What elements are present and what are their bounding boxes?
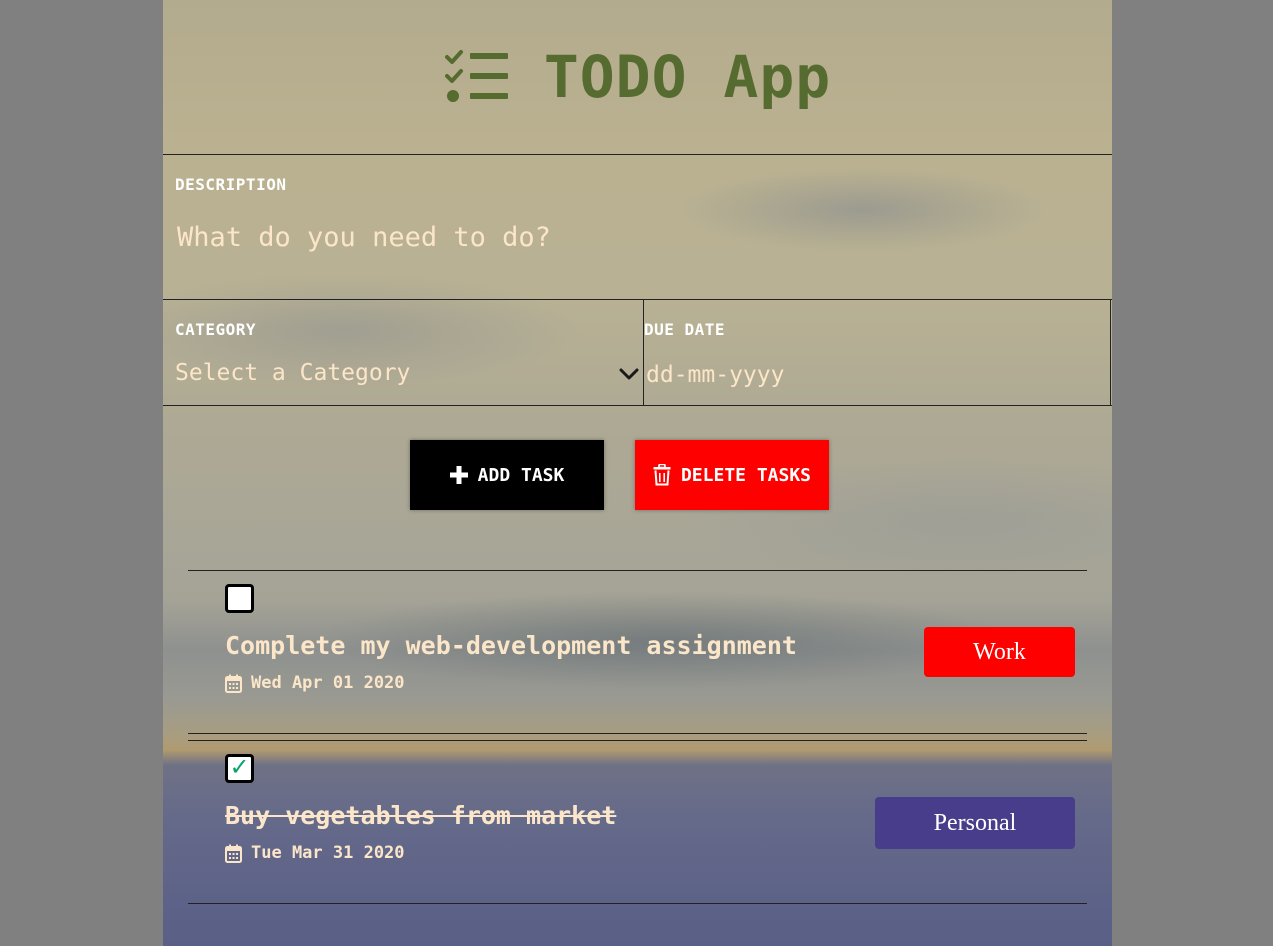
- todo-app: TODO App DESCRIPTION CATEGORY Select a C…: [163, 0, 1112, 946]
- plus-icon: [449, 466, 468, 484]
- add-task-label: ADD TASK: [477, 464, 565, 486]
- category-badge: Work: [924, 627, 1075, 677]
- description-label: DESCRIPTION: [175, 175, 287, 194]
- category-badge: Personal: [875, 797, 1075, 849]
- chevron-down-icon[interactable]: [619, 368, 639, 382]
- list-check-icon: [444, 50, 508, 102]
- task-title: Complete my web-development assignment: [225, 631, 797, 660]
- due-date-label: DUE DATE: [644, 320, 726, 339]
- category-label: CATEGORY: [175, 320, 257, 339]
- checkmark-icon: ✓: [229, 752, 250, 781]
- app-header: TODO App: [163, 0, 1112, 155]
- task-title: Buy vegetables from market: [225, 801, 617, 830]
- task-date-text: Wed Apr 01 2020: [251, 673, 405, 693]
- task-date: Tue Mar 31 2020: [225, 843, 405, 863]
- task-date-text: Tue Mar 31 2020: [251, 843, 405, 863]
- due-date-input[interactable]: dd-mm-yyyy: [646, 362, 784, 388]
- description-input[interactable]: [177, 215, 1077, 259]
- header-content: TODO App: [444, 43, 831, 111]
- description-field: DESCRIPTION: [163, 155, 1112, 300]
- category-date-row: CATEGORY Select a Category DUE DATE dd-m…: [163, 300, 1112, 406]
- add-task-button[interactable]: ADD TASK: [410, 440, 604, 510]
- delete-tasks-label: DELETE TASKS: [680, 464, 812, 486]
- delete-tasks-button[interactable]: DELETE TASKS: [635, 440, 829, 510]
- calendar-icon: [225, 674, 242, 693]
- due-date-field[interactable]: DUE DATE dd-mm-yyyy: [644, 300, 1111, 405]
- category-select[interactable]: Select a Category: [175, 360, 410, 386]
- task-item: ✓ Buy vegetables from market Tue Mar 31 …: [188, 740, 1087, 904]
- task-checkbox[interactable]: ✓: [225, 754, 254, 783]
- task-checkbox[interactable]: [225, 584, 254, 613]
- task-item: Complete my web-development assignment W…: [188, 570, 1087, 734]
- app-title: TODO App: [543, 43, 832, 111]
- category-field[interactable]: CATEGORY Select a Category: [163, 300, 644, 405]
- task-date: Wed Apr 01 2020: [225, 673, 405, 693]
- calendar-icon: [225, 844, 242, 863]
- trash-icon: [653, 464, 671, 486]
